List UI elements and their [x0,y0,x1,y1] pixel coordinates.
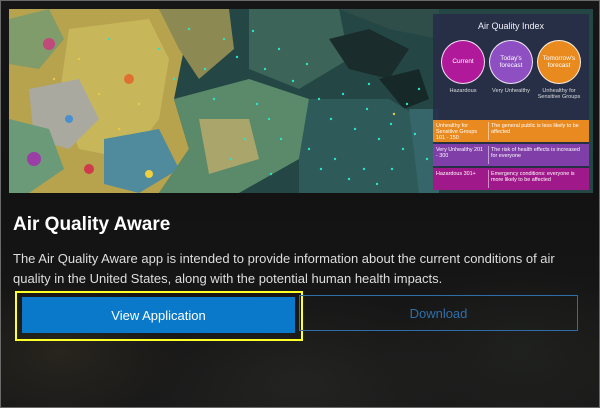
band-range: Hazardous 301+ [436,171,476,177]
aqi-band-sensitive: Unhealthy for Sensitive Groups 101 - 150… [433,120,589,142]
band-text: Emergency conditions: everyone is more l… [491,171,575,184]
tomorrow-caption: Unhealthy for Sensitive Groups [537,88,581,101]
band-text: The general public is less likely to be … [491,123,579,136]
today-circle: Today's forecast [489,40,533,84]
app-description: The Air Quality Aware app is intended to… [13,251,555,286]
view-application-button[interactable]: View Application [22,297,295,333]
app-frame: Air Quality Index Current Hazardous Toda… [0,0,600,408]
current-label: Current [452,58,474,66]
legend-title: Air Quality Index [477,21,545,31]
download-button[interactable]: Download [299,295,578,331]
aqi-band-very-unhealthy: Very Unhealthy 201 - 300 The risk of hea… [433,144,589,166]
band-range: Unhealthy for Sensitive Groups 101 - 150 [436,123,478,142]
aqi-legend: Air Quality Index Current Hazardous Toda… [433,14,589,190]
highlight-box: View Application [15,291,303,341]
app-title: Air Quality Aware [13,214,171,235]
band-divider [488,122,489,140]
today-label: Today's forecast [499,54,523,70]
band-divider [488,146,489,164]
app-card: Air Quality Index Current Hazardous Toda… [9,9,593,403]
app-thumbnail: Air Quality Index Current Hazardous Toda… [9,9,593,193]
band-divider [488,170,489,188]
tomorrow-circle: Tomorrow's forecast [537,40,581,84]
aqi-band-hazardous: Hazardous 301+ Emergency conditions: eve… [433,168,589,190]
band-text: The risk of health effects is increased … [491,147,580,160]
band-range: Very Unhealthy 201 - 300 [436,147,484,160]
current-circle: Current [441,40,485,84]
tomorrow-label: Tomorrow's forecast [542,54,576,70]
